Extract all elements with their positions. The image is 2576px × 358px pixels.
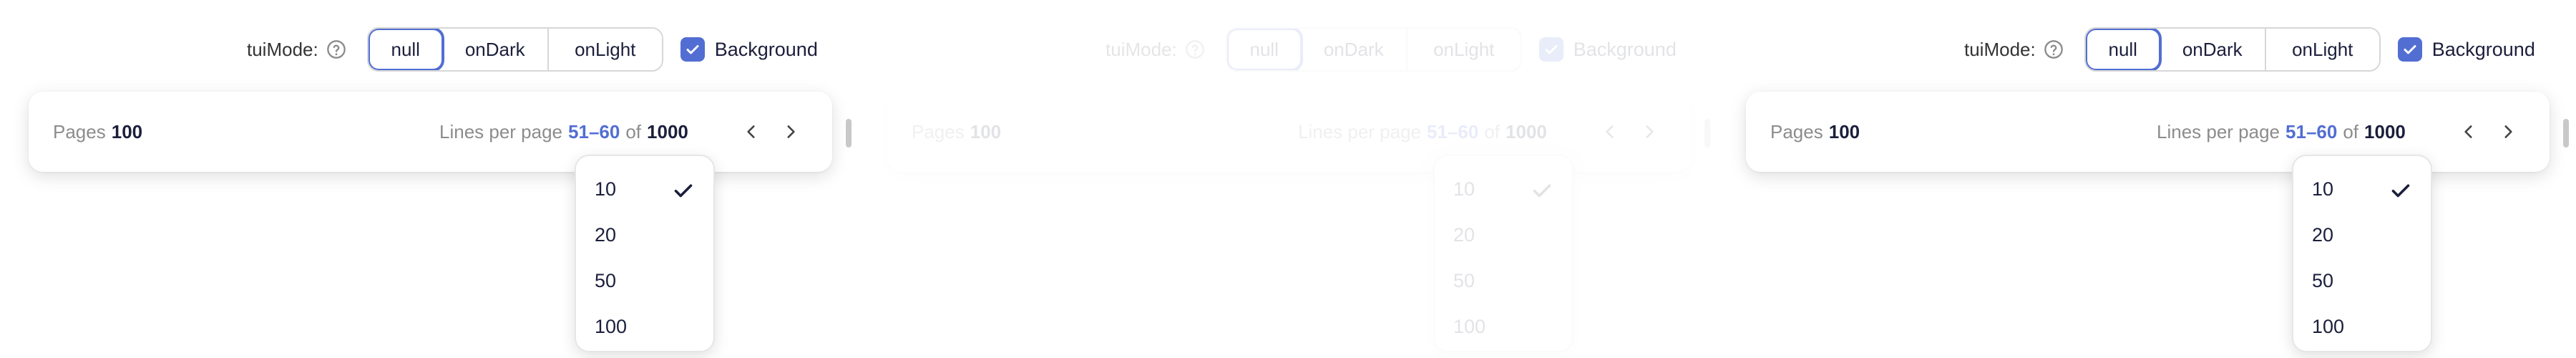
mode-option-null[interactable]: null — [2085, 29, 2162, 70]
of-label: of — [625, 120, 642, 142]
background-label: Background — [1573, 38, 1677, 60]
pages-count: 100 — [970, 120, 1002, 142]
option-50[interactable]: 50 — [1453, 261, 1475, 301]
chevron-right-icon[interactable] — [776, 117, 805, 146]
of-label: of — [1484, 120, 1501, 142]
mode-option-null[interactable]: null — [368, 29, 444, 70]
lines-per-page-dropdown: 10 20 50 100 — [2292, 155, 2432, 352]
option-50[interactable]: 50 — [595, 261, 616, 301]
option-20[interactable]: 20 — [595, 215, 616, 255]
mode-controls: tuiMode: null onDark onLight Background — [1106, 27, 1677, 72]
tuimode-label: tuiMode: — [1106, 38, 1177, 60]
background-checkbox[interactable] — [1538, 37, 1563, 62]
tuimode-label: tuiMode: — [247, 38, 318, 60]
help-icon[interactable] — [326, 39, 347, 60]
help-icon[interactable] — [2043, 39, 2064, 60]
pages-info: Pages 100 — [912, 92, 1001, 172]
mode-option-onlight[interactable]: onLight — [548, 29, 662, 70]
option-100[interactable]: 100 — [1453, 306, 1485, 347]
total-count: 1000 — [1506, 120, 1547, 142]
chevron-right-icon[interactable] — [2494, 117, 2522, 146]
option-20[interactable]: 20 — [2312, 215, 2333, 255]
background-label: Background — [2431, 38, 2535, 60]
background-checkbox[interactable] — [2397, 37, 2422, 62]
option-50[interactable]: 50 — [2312, 261, 2333, 301]
chevron-left-icon[interactable] — [2454, 117, 2483, 146]
scrollbar[interactable] — [1704, 119, 1710, 147]
chevron-right-icon[interactable] — [1635, 117, 1664, 146]
mode-controls: tuiMode: null onDark onLight Background — [1964, 27, 2535, 72]
of-label: of — [2343, 120, 2359, 142]
lines-per-page-label: Lines per page — [2157, 120, 2280, 142]
mode-option-ondark[interactable]: onDark — [1301, 29, 1407, 70]
option-100[interactable]: 100 — [2312, 306, 2344, 347]
chevron-left-icon[interactable] — [1596, 117, 1624, 146]
mode-option-null[interactable]: null — [1226, 29, 1303, 70]
scrollbar[interactable] — [846, 119, 852, 147]
background-toggle[interactable]: Background — [1538, 37, 1677, 62]
pages-count: 100 — [111, 120, 143, 142]
lines-per-page-label: Lines per page — [1298, 120, 1422, 142]
background-toggle[interactable]: Background — [2397, 37, 2535, 62]
mode-option-ondark[interactable]: onDark — [2160, 29, 2266, 70]
total-count: 1000 — [2364, 120, 2406, 142]
option-100[interactable]: 100 — [595, 306, 627, 347]
total-count: 1000 — [647, 120, 688, 142]
lines-per-page-dropdown: 10 20 50 100 — [575, 155, 715, 352]
mode-segmented-control: null onDark onLight — [1225, 27, 1522, 72]
pages-label: Pages — [1770, 120, 1823, 142]
panel-demo-2: tuiMode: null onDark onLight Background … — [859, 0, 1717, 358]
checkmark-icon — [2388, 178, 2414, 203]
lines-per-page-label: Lines per page — [439, 120, 563, 142]
background-toggle[interactable]: Background — [680, 37, 818, 62]
pages-label: Pages — [912, 120, 965, 142]
checkmark-icon — [670, 178, 696, 203]
panel-demo-1: tuiMode: null onDark onLight Background … — [0, 0, 859, 358]
option-20[interactable]: 20 — [1453, 215, 1475, 255]
pages-label: Pages — [53, 120, 106, 142]
mode-option-onlight[interactable]: onLight — [2265, 29, 2379, 70]
mode-option-ondark[interactable]: onDark — [442, 29, 549, 70]
checkmark-icon — [1529, 178, 1555, 203]
option-10[interactable]: 10 — [2312, 169, 2333, 209]
chevron-left-icon[interactable] — [737, 117, 766, 146]
mode-segmented-control: null onDark onLight — [2084, 27, 2381, 72]
option-10[interactable]: 10 — [1453, 169, 1475, 209]
background-label: Background — [714, 38, 818, 60]
pages-info: Pages 100 — [53, 92, 142, 172]
range-select[interactable]: 51–60 — [568, 121, 620, 143]
panel-demo-3: tuiMode: null onDark onLight Background … — [1717, 0, 2576, 358]
range-select[interactable]: 51–60 — [1427, 121, 1478, 143]
scrollbar[interactable] — [2563, 119, 2569, 147]
help-icon[interactable] — [1184, 39, 1206, 60]
pages-count: 100 — [1828, 120, 1860, 142]
pages-info: Pages 100 — [1770, 92, 1860, 172]
lines-per-page-dropdown: 10 20 50 100 — [1433, 155, 1574, 352]
option-10[interactable]: 10 — [595, 169, 616, 209]
mode-segmented-control: null onDark onLight — [366, 27, 663, 72]
tuimode-label: tuiMode: — [1964, 38, 2036, 60]
background-checkbox[interactable] — [680, 37, 705, 62]
range-select[interactable]: 51–60 — [2285, 121, 2337, 143]
mode-option-onlight[interactable]: onLight — [1407, 29, 1521, 70]
mode-controls: tuiMode: null onDark onLight Background — [247, 27, 818, 72]
